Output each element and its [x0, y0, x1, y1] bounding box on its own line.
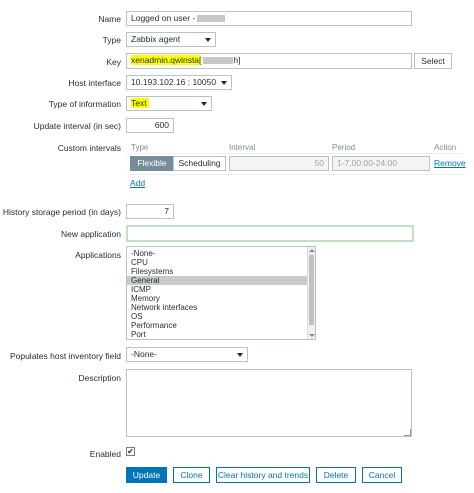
description-textarea[interactable]: [126, 369, 412, 437]
custom-intervals-header-period: Period: [332, 143, 356, 152]
applications-option[interactable]: ICMP: [127, 285, 315, 294]
check-icon: ✔: [127, 447, 134, 456]
update-interval-label: Update interval (in sec): [33, 121, 121, 131]
applications-option-selected[interactable]: General: [127, 276, 307, 285]
type-label: Type: [102, 35, 121, 45]
inventory-label: Populates host inventory field: [9, 351, 121, 361]
host-interface-value: 10.193.102.16 : 10050: [131, 77, 217, 87]
resize-handle-icon[interactable]: [404, 429, 411, 436]
custom-intervals-header-type: Type: [131, 143, 149, 152]
applications-option[interactable]: Performance: [127, 321, 315, 330]
name-input[interactable]: Logged on user -: [126, 11, 412, 26]
name-value: Logged on user -: [131, 13, 196, 23]
applications-option[interactable]: Filesystems: [127, 267, 315, 276]
clear-history-button[interactable]: Clear history and trends: [216, 467, 310, 483]
history-label: History storage period (in days): [2, 207, 121, 217]
clone-button[interactable]: Clone: [173, 467, 210, 483]
key-value: xenadmin.qwinsta[: [131, 55, 202, 65]
applications-option[interactable]: Port: [127, 330, 315, 339]
type-of-information-label: Type of information: [48, 99, 121, 109]
enabled-checkbox[interactable]: ✔: [126, 447, 135, 456]
applications-option[interactable]: -None-: [127, 249, 315, 258]
custom-intervals-divider-bottom: [126, 174, 464, 175]
applications-label: Applications: [75, 250, 121, 260]
scroll-down-icon[interactable]: [309, 334, 315, 337]
custom-period-input[interactable]: 1-7,00:00-24:00: [332, 156, 430, 171]
inventory-value: -None-: [131, 349, 157, 359]
name-label: Name: [98, 14, 121, 24]
history-input[interactable]: 7: [126, 204, 174, 219]
scroll-thumb[interactable]: [309, 255, 314, 325]
new-application-label: New application: [60, 229, 121, 239]
flexible-toggle[interactable]: Flexible: [130, 156, 174, 171]
host-interface-label: Host interface: [68, 78, 121, 88]
enabled-label: Enabled: [89, 449, 121, 459]
custom-intervals-header-interval: Interval: [229, 143, 256, 152]
redacted-mask: [197, 15, 226, 23]
custom-intervals-divider: [126, 153, 464, 154]
applications-option[interactable]: CPU: [127, 258, 315, 267]
delete-button[interactable]: Delete: [316, 467, 356, 483]
applications-scrollbar[interactable]: [307, 247, 315, 339]
scroll-up-icon[interactable]: [309, 249, 315, 252]
type-of-information-select[interactable]: Text: [126, 96, 212, 111]
key-value-suffix: h]: [233, 55, 241, 65]
key-input[interactable]: xenadmin.qwinsta[ h]: [126, 53, 412, 69]
update-button[interactable]: Update: [126, 467, 167, 483]
key-select-button[interactable]: Select: [414, 53, 452, 69]
type-of-information-value: Text: [131, 98, 149, 108]
cancel-button[interactable]: Cancel: [362, 467, 402, 483]
new-application-input[interactable]: [126, 225, 414, 242]
applications-option[interactable]: Network interfaces: [127, 303, 315, 312]
redacted-mask: [203, 57, 234, 65]
inventory-select[interactable]: -None-: [126, 347, 248, 362]
custom-intervals-label: Custom intervals: [57, 143, 121, 153]
host-interface-select[interactable]: 10.193.102.16 : 10050: [126, 75, 232, 90]
update-interval-input[interactable]: 600: [126, 118, 174, 133]
key-label: Key: [106, 57, 121, 67]
custom-interval-input[interactable]: 50: [229, 156, 329, 171]
scheduling-toggle[interactable]: Scheduling: [173, 156, 226, 171]
description-label: Description: [78, 373, 121, 383]
type-value: Zabbix agent: [131, 34, 181, 44]
custom-intervals-header-action: Action: [434, 143, 457, 152]
applications-option[interactable]: Memory: [127, 294, 315, 303]
custom-interval-add-link[interactable]: Add: [130, 178, 145, 188]
type-select[interactable]: Zabbix agent: [126, 32, 216, 47]
applications-listbox[interactable]: -None- CPU Filesystems General ICMP Memo…: [126, 246, 316, 340]
applications-option[interactable]: OS: [127, 312, 315, 321]
custom-interval-remove-link[interactable]: Remove: [434, 158, 466, 168]
